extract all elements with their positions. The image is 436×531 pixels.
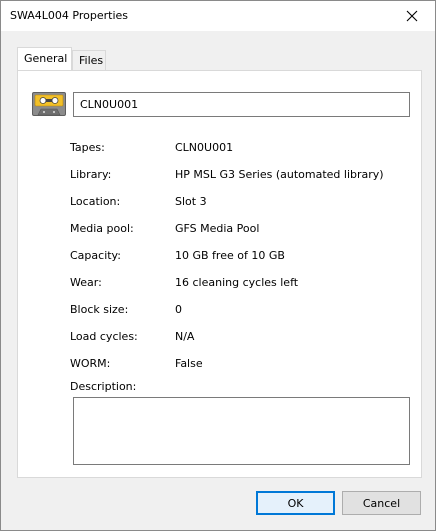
property-label: Media pool: bbox=[70, 222, 134, 235]
tab-general-label: General bbox=[24, 52, 68, 65]
property-row: Tapes: CLN0U001 bbox=[70, 141, 400, 157]
cancel-button[interactable]: Cancel bbox=[342, 491, 421, 515]
property-row: Library: HP MSL G3 Series (automated lib… bbox=[70, 168, 400, 184]
property-row: Block size: 0 bbox=[70, 303, 400, 319]
property-row: WORM: False bbox=[70, 357, 400, 373]
property-value: Slot 3 bbox=[175, 195, 207, 208]
property-label: Tapes: bbox=[70, 141, 105, 154]
tab-files-label: Files bbox=[79, 54, 104, 67]
property-label: Library: bbox=[70, 168, 112, 181]
property-label: Wear: bbox=[70, 276, 102, 289]
property-value: 16 cleaning cycles left bbox=[175, 276, 299, 289]
property-label: WORM: bbox=[70, 357, 111, 370]
property-value: N/A bbox=[175, 330, 195, 343]
property-label: Capacity: bbox=[70, 249, 121, 262]
tab-general[interactable]: General bbox=[17, 47, 72, 70]
properties-dialog: SWA4L004 Properties General Files CLN0U0… bbox=[0, 0, 436, 531]
tape-name-field[interactable] bbox=[73, 92, 410, 117]
description-field[interactable] bbox=[73, 397, 410, 465]
ok-button[interactable]: OK bbox=[256, 491, 335, 515]
property-value: GFS Media Pool bbox=[175, 222, 260, 235]
property-label: Block size: bbox=[70, 303, 129, 316]
property-label: Load cycles: bbox=[70, 330, 138, 343]
close-button[interactable] bbox=[389, 1, 435, 31]
title-bar[interactable]: SWA4L004 Properties bbox=[1, 1, 435, 31]
cancel-button-label: Cancel bbox=[362, 496, 401, 510]
general-panel: Tapes: CLN0U001 Library: HP MSL G3 Serie… bbox=[17, 70, 422, 478]
property-value: 0 bbox=[175, 303, 182, 316]
window-title: SWA4L004 Properties bbox=[10, 9, 128, 22]
ok-button-label: OK bbox=[287, 496, 304, 510]
property-row: Media pool: GFS Media Pool bbox=[70, 222, 400, 238]
tab-files[interactable]: Files bbox=[72, 50, 106, 70]
property-label: Location: bbox=[70, 195, 121, 208]
tape-cartridge-icon bbox=[32, 92, 66, 116]
property-row: Wear: 16 cleaning cycles left bbox=[70, 276, 400, 292]
property-row: Capacity: 10 GB free of 10 GB bbox=[70, 249, 400, 265]
property-value: 10 GB free of 10 GB bbox=[175, 249, 285, 262]
property-value: CLN0U001 bbox=[175, 141, 234, 154]
property-row: Load cycles: N/A bbox=[70, 330, 400, 346]
close-icon bbox=[406, 10, 418, 22]
property-value: False bbox=[175, 357, 203, 370]
description-label: Description: bbox=[70, 380, 137, 393]
property-row: Location: Slot 3 bbox=[70, 195, 400, 211]
property-value: HP MSL G3 Series (automated library) bbox=[175, 168, 384, 181]
